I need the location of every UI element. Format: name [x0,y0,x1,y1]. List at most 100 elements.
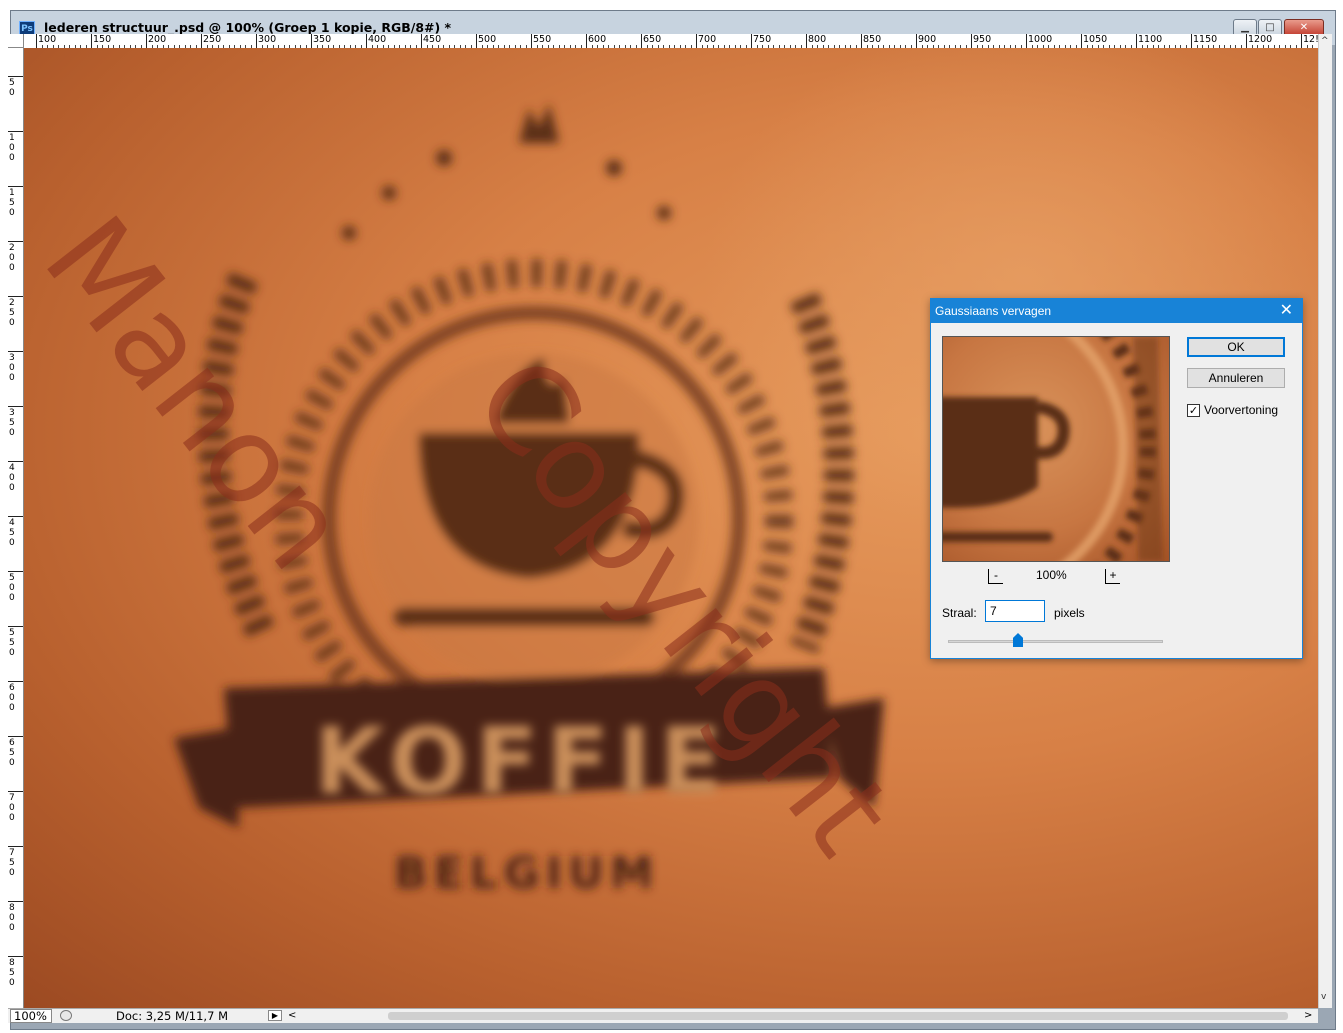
preview-image [943,337,1163,561]
radius-slider-thumb[interactable] [1013,633,1023,647]
ruler-tick-label: 2 5 0 [9,298,15,328]
ruler-tick-label: 6 5 0 [9,738,15,768]
ruler-tick-label: 650 [643,34,662,45]
radius-unit-label: pixels [1054,606,1085,620]
ruler-tick-label: 7 5 0 [9,848,15,878]
close-icon: ✕ [1299,22,1309,33]
ruler-major-tick [8,351,23,352]
ruler-tick-label: 3 5 0 [9,408,15,438]
ruler-tick-label: 5 5 0 [9,628,15,658]
ruler-major-tick [91,34,92,48]
ruler-tick-label: 12! [1303,34,1318,45]
dialog-title-bar[interactable]: Gaussiaans vervagen ✕ [931,299,1302,323]
ruler-major-tick [916,34,917,48]
ruler-tick-label: 1050 [1083,34,1108,45]
gaussian-blur-dialog: Gaussiaans vervagen ✕ - 100% + OK Annule… [930,298,1303,659]
horizontal-scroll-thumb[interactable] [388,1012,1288,1020]
ruler-tick-label: 4 5 0 [9,518,15,548]
preview-zoom-out-button[interactable]: - [988,569,1003,584]
ruler-major-tick [1136,34,1137,48]
ruler-tick-label: 450 [423,34,442,45]
ruler-tick-label: 1000 [1028,34,1053,45]
status-menu-arrow[interactable]: ▶ [268,1010,282,1021]
ruler-tick-label: 2 0 0 [9,243,15,273]
logo-subtitle: BELGIUM [394,848,660,899]
ruler-major-tick [8,76,23,77]
vertical-ruler[interactable]: 5 0 1 0 0 1 5 0 2 0 0 2 5 0 3 0 0 3 5 0 4 0 0 4 … [8,48,24,1008]
preview-zoom-in-button[interactable]: + [1105,569,1120,584]
ruler-tick-label: 250 [203,34,222,45]
document-title: lederen structuur_.psd @ 100% (Groep 1 k… [44,20,452,35]
ruler-major-tick [201,34,202,48]
preview-checkbox-label: Voorvertoning [1204,403,1279,417]
ruler-major-tick [311,34,312,48]
ruler-major-tick [146,34,147,48]
ruler-tick-label: 300 [258,34,277,45]
radius-input[interactable] [985,600,1045,622]
minimize-icon: ▁ [1241,22,1249,33]
ruler-major-tick [861,34,862,48]
scroll-left-arrow[interactable]: < [288,1009,296,1023]
ruler-tick-label: 550 [533,34,552,45]
ruler-major-tick [531,34,532,48]
ok-button[interactable]: OK [1187,337,1285,357]
ruler-major-tick [586,34,587,48]
vertical-scrollbar[interactable]: ^ v [1318,34,1332,1008]
ruler-major-tick [8,846,23,847]
ruler-tick-label: 1150 [1193,34,1218,45]
radius-label: Straal: [942,606,977,620]
ruler-major-tick [1026,34,1027,48]
dialog-close-icon[interactable]: ✕ [1280,299,1293,323]
ruler-major-tick [36,34,37,48]
logo-word: KOFFIE [314,708,730,815]
ruler-major-tick [8,406,23,407]
ruler-origin[interactable] [8,34,24,48]
ruler-major-tick [8,681,23,682]
ruler-tick-label: 1100 [1138,34,1163,45]
preview-checkbox[interactable]: ✓ [1187,404,1200,417]
maximize-icon: □ [1265,22,1275,33]
ruler-tick-label: 350 [313,34,332,45]
ruler-major-tick [1301,34,1302,48]
ruler-tick-label: 400 [368,34,387,45]
ruler-tick-label: 1 0 0 [9,133,15,163]
scroll-down-arrow[interactable]: v [1321,992,1326,1002]
ruler-major-tick [641,34,642,48]
horizontal-ruler[interactable]: 100 150 200 250 300 350 400 450 500 550 600 650 700 7… [24,34,1318,49]
ruler-major-tick [8,901,23,902]
ruler-tick-label: 5 0 0 [9,573,15,603]
ruler-major-tick [476,34,477,48]
ruler-tick-label: 950 [973,34,992,45]
ruler-major-tick [806,34,807,48]
ruler-major-tick [8,186,23,187]
scroll-up-arrow[interactable]: ^ [1321,36,1329,46]
ruler-tick-label: 1 5 0 [9,188,15,218]
ruler-tick-label: 8 5 0 [9,958,15,988]
ruler-tick-label: 500 [478,34,497,45]
ruler-major-tick [8,241,23,242]
ruler-tick-label: 700 [698,34,717,45]
ruler-tick-label: 8 0 0 [9,903,15,933]
ruler-major-tick [1246,34,1247,48]
status-bar: 100% Doc: 3,25 M/11,7 M ▶ < > [8,1008,1318,1023]
document-size-info: Doc: 3,25 M/11,7 M [116,1009,228,1023]
ruler-tick-label: 3 0 0 [9,353,15,383]
status-share-icon[interactable] [60,1010,72,1021]
ruler-major-tick [8,791,23,792]
ruler-tick-label: 200 [148,34,167,45]
dialog-title: Gaussiaans vervagen [935,304,1052,318]
ruler-tick-label: 800 [808,34,827,45]
ruler-major-tick [971,34,972,48]
ruler-tick-label: 5 0 [9,78,15,98]
ruler-major-tick [8,296,23,297]
scroll-right-arrow[interactable]: > [1304,1009,1312,1023]
ruler-tick-label: 600 [588,34,607,45]
ruler-major-tick [751,34,752,48]
zoom-level-field[interactable]: 100% [10,1009,52,1023]
radius-slider-track[interactable] [948,640,1163,643]
cancel-button[interactable]: Annuleren [1187,368,1285,388]
ruler-major-tick [1081,34,1082,48]
blur-preview[interactable] [942,336,1170,562]
ruler-major-tick [696,34,697,48]
ruler-tick-label: 850 [863,34,882,45]
